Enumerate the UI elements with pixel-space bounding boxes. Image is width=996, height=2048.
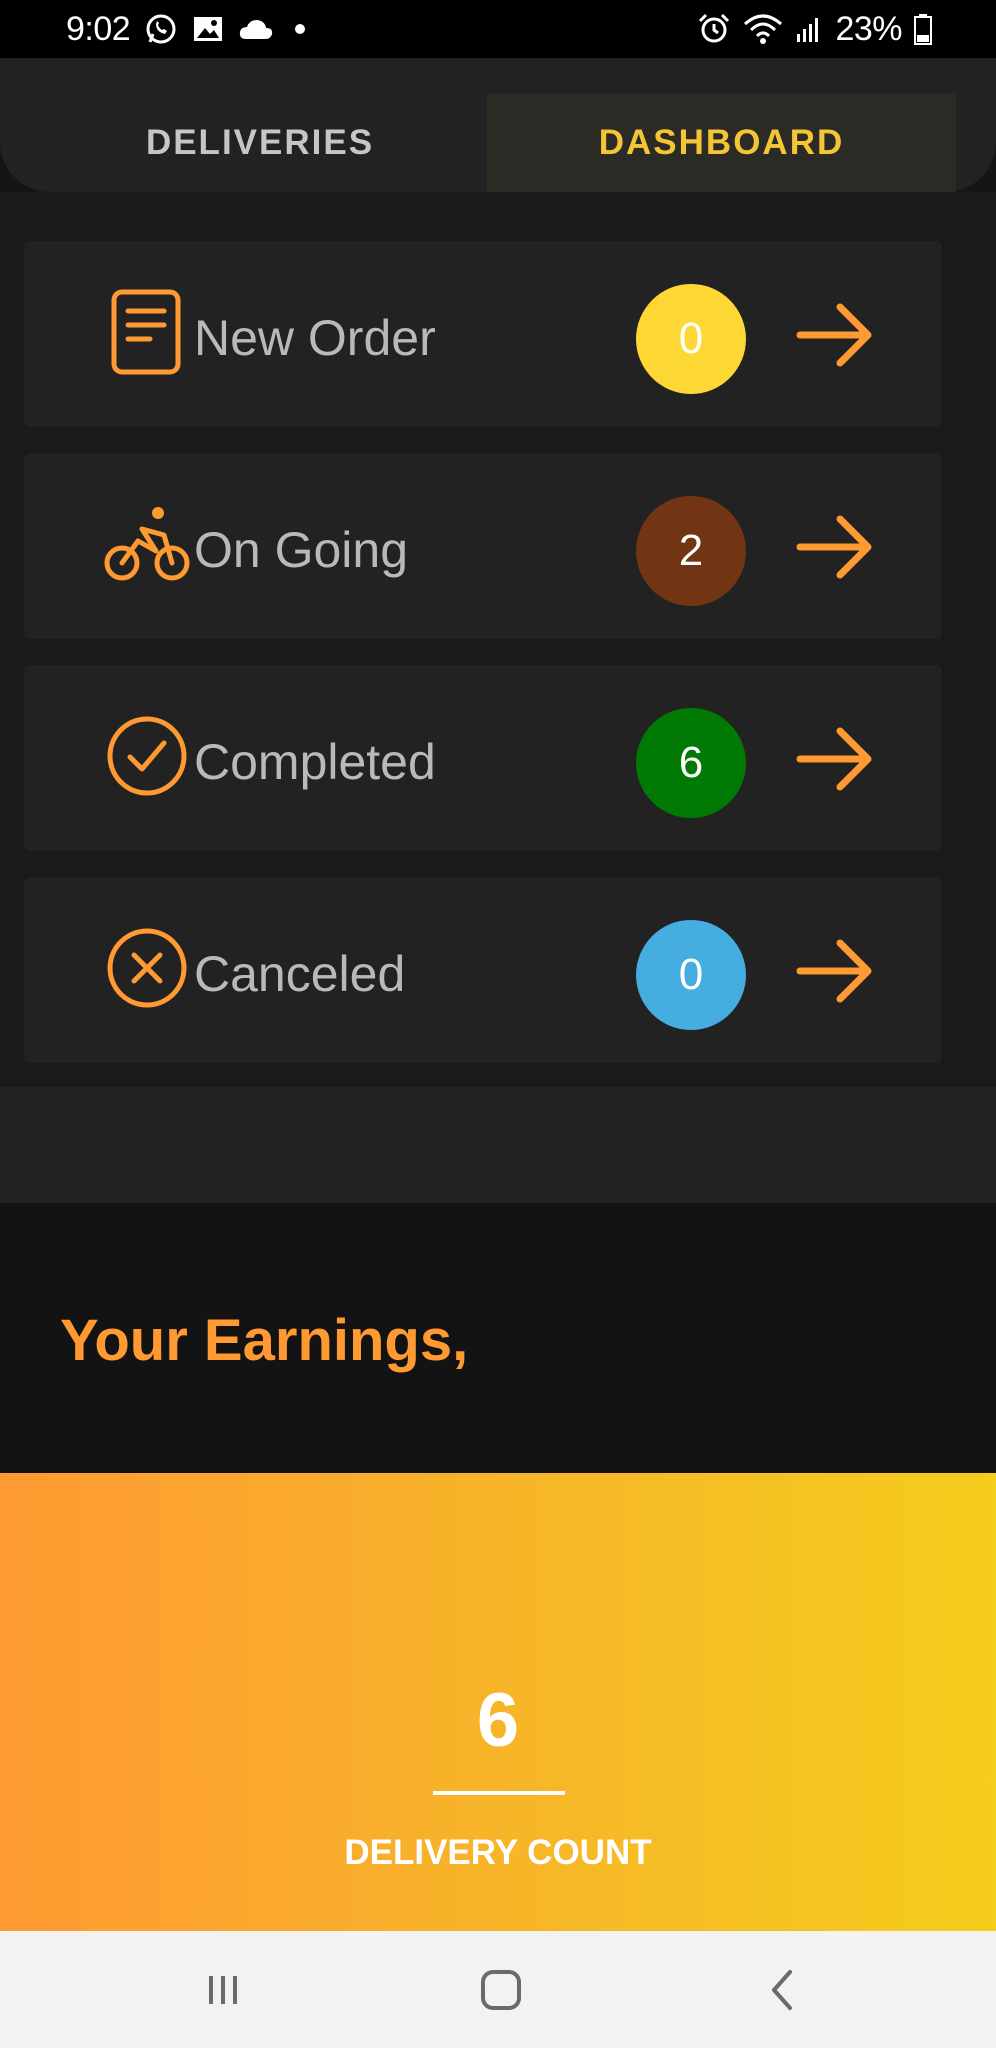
completed-count-badge: 6 xyxy=(636,708,746,818)
arrow-right-icon[interactable] xyxy=(794,935,876,1007)
completed-card[interactable]: Completed 6 xyxy=(24,665,942,851)
completed-label: Completed xyxy=(194,734,436,790)
battery-icon xyxy=(914,13,932,45)
delivery-count-value: 6 xyxy=(476,1678,520,1763)
close-circle-icon xyxy=(102,923,192,1013)
whatsapp-icon xyxy=(144,12,178,46)
new-order-count-badge: 0 xyxy=(636,284,746,394)
earnings-title: Your Earnings, xyxy=(60,1308,469,1373)
back-icon[interactable] xyxy=(752,1965,812,2015)
arrow-right-icon[interactable] xyxy=(794,511,876,583)
divider-line xyxy=(433,1791,565,1795)
dot-icon xyxy=(288,17,312,41)
order-status-panel: New Order 0 On Going 2 Completed 6 Cance… xyxy=(0,192,996,1087)
screen: 9:02 23% DELIVERIES DASHBOARD New Order … xyxy=(0,0,996,2048)
bicycle-icon xyxy=(102,499,192,589)
document-icon xyxy=(102,287,192,377)
signal-icon xyxy=(795,14,823,44)
cloud-icon xyxy=(238,17,274,41)
home-icon[interactable] xyxy=(471,1965,531,2015)
new-order-card[interactable]: New Order 0 xyxy=(24,241,942,427)
ongoing-label: On Going xyxy=(194,522,409,578)
delivery-count-card: 6 DELIVERY COUNT xyxy=(0,1473,996,1931)
status-time: 9:02 xyxy=(66,9,131,48)
status-bar: 9:02 23% xyxy=(0,0,996,58)
arrow-right-icon[interactable] xyxy=(794,723,876,795)
status-bar-left: 9:02 xyxy=(66,0,312,58)
system-nav-bar xyxy=(0,1931,996,2048)
canceled-card[interactable]: Canceled 0 xyxy=(24,877,942,1063)
tab-bar: DELIVERIES DASHBOARD xyxy=(0,58,996,192)
status-bar-right: 23% xyxy=(697,0,932,58)
new-order-label: New Order xyxy=(194,310,436,366)
alarm-icon xyxy=(697,12,731,46)
delivery-count-label: DELIVERY COUNT xyxy=(344,1833,652,1872)
tab-dashboard[interactable]: DASHBOARD xyxy=(487,94,956,192)
canceled-count-badge: 0 xyxy=(636,920,746,1030)
wifi-icon xyxy=(743,12,783,46)
ongoing-card[interactable]: On Going 2 xyxy=(24,453,942,639)
check-circle-icon xyxy=(102,711,192,801)
divider-strip xyxy=(0,1087,996,1203)
tab-deliveries[interactable]: DELIVERIES xyxy=(60,94,460,192)
recent-apps-icon[interactable] xyxy=(193,1965,253,2015)
ongoing-count-badge: 2 xyxy=(636,496,746,606)
battery-percent: 23% xyxy=(835,9,902,48)
gallery-icon xyxy=(192,14,224,44)
earnings-section: Your Earnings, xyxy=(0,1203,996,1473)
canceled-label: Canceled xyxy=(194,946,406,1002)
arrow-right-icon[interactable] xyxy=(794,299,876,371)
